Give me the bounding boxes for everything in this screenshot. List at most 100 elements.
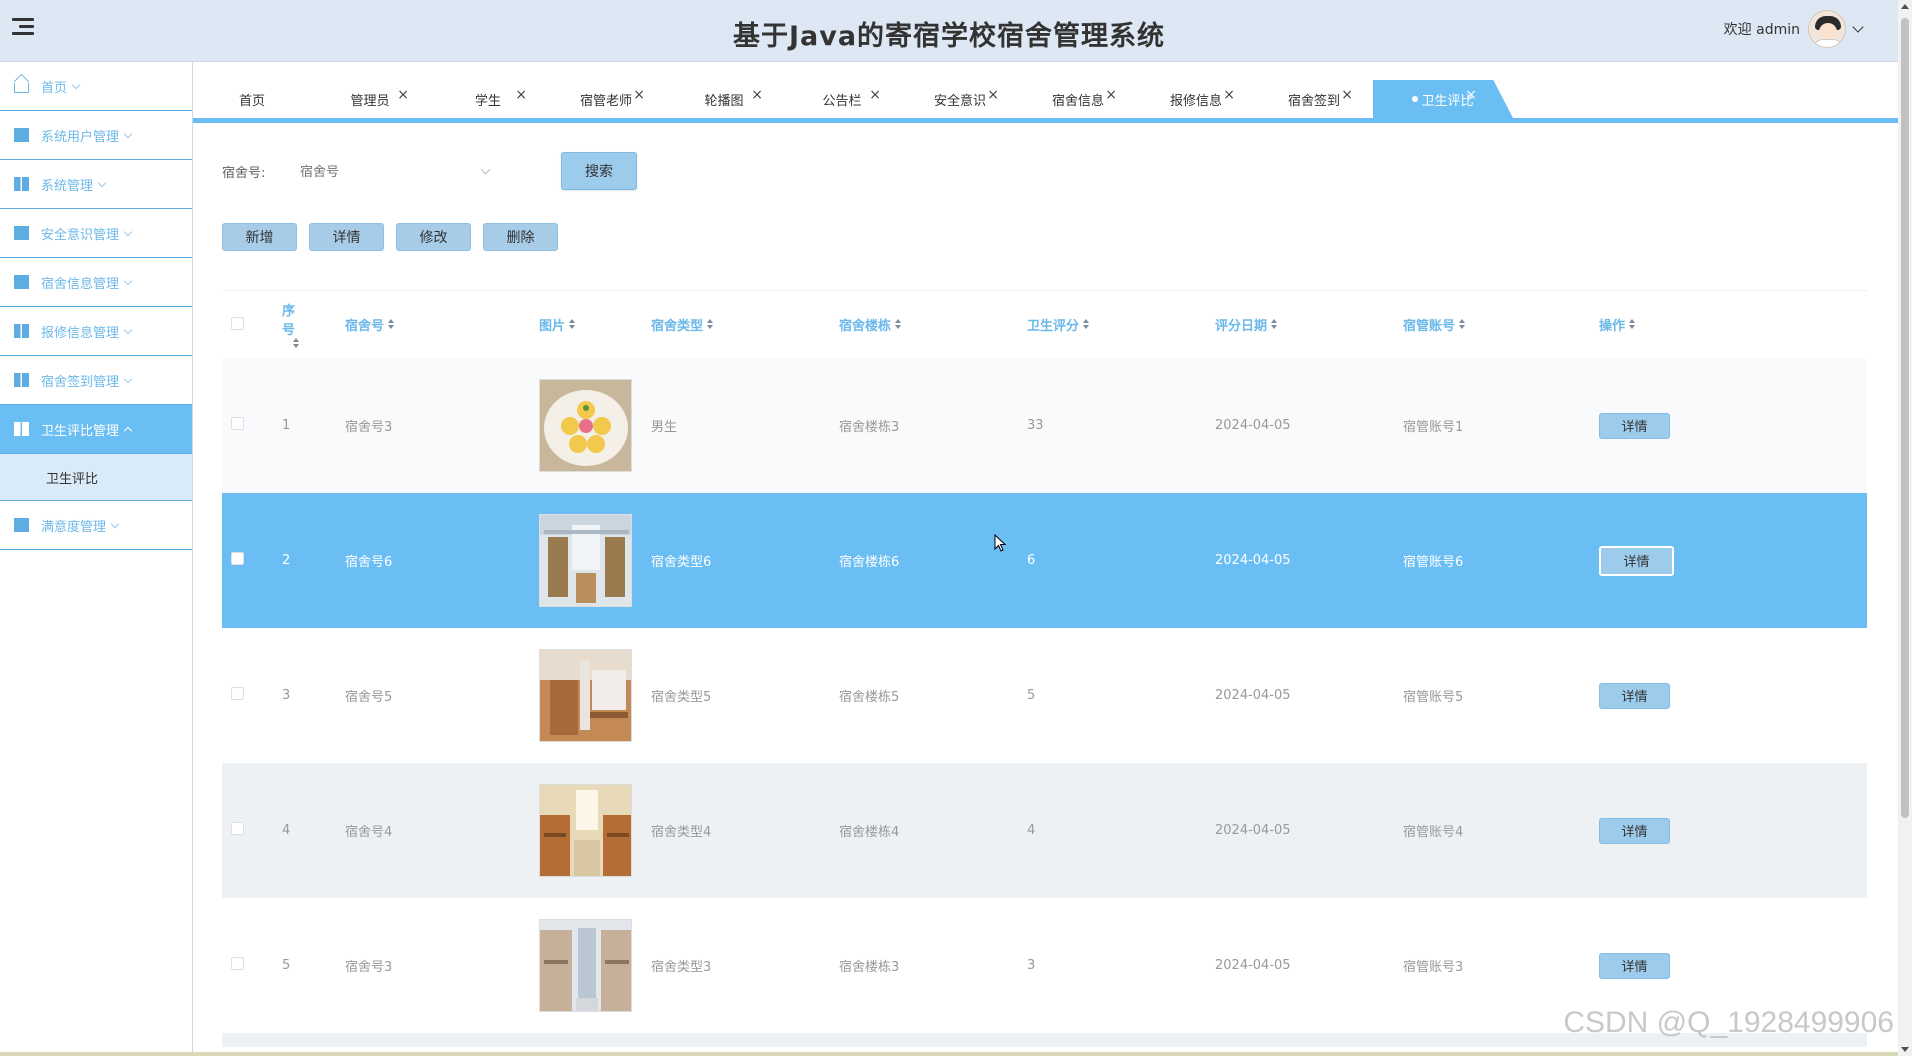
row-detail-button[interactable]: 详情: [1599, 952, 1670, 979]
table-row[interactable]: 2 宿舍号6 宿舍类型6 宿舍楼栋6 6 2024-04-05 宿管账号6 详情: [222, 493, 1867, 628]
sidebar-item-label: 系统用户管理: [41, 129, 120, 145]
sidebar-item-system-users[interactable]: 系统用户管理: [0, 111, 192, 160]
sidebar-item-safety[interactable]: 安全意识管理: [0, 209, 192, 258]
active-dot-icon: [1412, 96, 1419, 102]
tab-admin[interactable]: 管理员 ×: [311, 80, 429, 118]
sort-icon[interactable]: [292, 338, 300, 349]
search-input[interactable]: [300, 154, 490, 188]
column-header: 序号: [282, 304, 296, 338]
row-checkbox[interactable]: [231, 552, 244, 565]
thumbnail-image[interactable]: [539, 919, 632, 1012]
column-header-type[interactable]: 宿舍类型: [651, 315, 839, 334]
thumbnail-image[interactable]: [539, 649, 632, 742]
close-icon[interactable]: ×: [397, 87, 409, 103]
delete-button[interactable]: 删除: [483, 223, 558, 251]
column-header-label: 图片: [539, 319, 566, 334]
cell-account: 宿管账号5: [1403, 690, 1464, 705]
sidebar-item-hygiene[interactable]: 卫生评比管理: [0, 405, 192, 454]
tab-student[interactable]: 学生 ×: [429, 80, 547, 118]
column-header-dorm[interactable]: 宿舍号: [345, 315, 539, 334]
sort-icon[interactable]: [707, 319, 714, 330]
thumbnail-image[interactable]: [539, 514, 632, 607]
close-icon[interactable]: ×: [1105, 87, 1117, 103]
cell-account: 宿管账号3: [1403, 960, 1464, 975]
table-row[interactable]: 4 宿舍号4 宿舍类型4 宿舍楼栋4 4 2024-04-05 宿管账号4 详情: [222, 763, 1867, 898]
thumbnail-image[interactable]: [539, 784, 632, 877]
scroll-up-icon[interactable]: [1901, 4, 1909, 9]
tab-dorm-info[interactable]: 宿舍信息 ×: [1019, 80, 1137, 118]
tab-label: 宿舍信息: [1051, 93, 1104, 109]
table-row[interactable]: 1 宿舍号3 男生 宿舍楼栋3 33 2024-04-05 宿管账号1 详情: [222, 358, 1867, 493]
sidebar-item-home[interactable]: 首页: [0, 62, 192, 111]
thumbnail-image[interactable]: [539, 379, 632, 472]
wrench-icon: [14, 324, 29, 338]
tab-carousel[interactable]: 轮播图 ×: [665, 80, 783, 118]
sort-icon[interactable]: [1629, 319, 1636, 330]
cell-building: 宿舍楼栋5: [839, 690, 900, 705]
row-checkbox[interactable]: [231, 822, 244, 835]
vertical-scrollbar[interactable]: [1898, 0, 1912, 1056]
column-header-image[interactable]: 图片: [539, 315, 651, 334]
close-icon[interactable]: ×: [633, 87, 645, 103]
chevron-down-icon[interactable]: [1852, 21, 1864, 33]
cell-type: 宿舍类型5: [651, 690, 712, 705]
cell-score: 4: [1027, 823, 1036, 838]
table-row[interactable]: 3 宿舍号5 宿舍类型5 宿舍楼栋5 5 2024-04-05 宿管账号5 详情: [222, 628, 1867, 763]
add-button[interactable]: 新增: [222, 223, 297, 251]
tab-notice[interactable]: 公告栏 ×: [783, 80, 901, 118]
row-detail-button[interactable]: 详情: [1599, 545, 1674, 576]
top-header: 基于Java的寄宿学校宿舍管理系统 欢迎 admin: [0, 0, 1898, 62]
row-detail-button[interactable]: 详情: [1599, 682, 1670, 709]
tab-teacher[interactable]: 宿管老师 ×: [547, 80, 665, 118]
select-all-checkbox[interactable]: [231, 317, 244, 330]
avatar[interactable]: [1808, 10, 1846, 48]
cell-account: 宿管账号1: [1403, 420, 1464, 435]
tab-checkin[interactable]: 宿舍签到 ×: [1255, 80, 1373, 118]
row-index: 3: [282, 688, 291, 703]
action-toolbar: 新增 详情 修改 删除: [222, 223, 558, 251]
close-icon[interactable]: ×: [869, 87, 881, 103]
edit-button[interactable]: 修改: [396, 223, 471, 251]
tab-hygiene[interactable]: 卫生评比 ×: [1373, 80, 1513, 118]
scroll-down-icon[interactable]: [1901, 1047, 1909, 1052]
sidebar-item-dorm-info[interactable]: 宿舍信息管理: [0, 258, 192, 307]
close-icon[interactable]: ×: [987, 87, 999, 103]
row-detail-button[interactable]: 详情: [1599, 412, 1670, 439]
row-checkbox[interactable]: [231, 687, 244, 700]
tab-safety[interactable]: 安全意识 ×: [901, 80, 1019, 118]
sidebar-item-system[interactable]: 系统管理: [0, 160, 192, 209]
sort-icon[interactable]: [1271, 319, 1278, 330]
row-detail-button[interactable]: 详情: [1599, 817, 1670, 844]
close-icon[interactable]: ×: [1223, 87, 1235, 103]
chevron-down-icon: [97, 178, 107, 187]
sidebar-item-checkin[interactable]: 宿舍签到管理: [0, 356, 192, 405]
sort-icon[interactable]: [895, 319, 902, 330]
sidebar-item-satisfaction[interactable]: 满意度管理: [0, 501, 192, 550]
sort-icon[interactable]: [1459, 319, 1466, 330]
search-button[interactable]: 搜索: [561, 152, 637, 190]
row-index: 5: [282, 958, 291, 973]
close-icon[interactable]: ×: [1465, 87, 1477, 103]
row-checkbox[interactable]: [231, 957, 244, 970]
sort-icon[interactable]: [569, 319, 576, 330]
column-header-account[interactable]: 宿管账号: [1403, 315, 1591, 334]
scroll-thumb[interactable]: [1901, 18, 1909, 818]
sidebar-subitem-hygiene[interactable]: 卫生评比: [0, 454, 192, 501]
column-header-label: 卫生评分: [1027, 319, 1080, 334]
detail-button[interactable]: 详情: [309, 223, 384, 251]
column-header-building[interactable]: 宿舍楼栋: [839, 315, 1027, 334]
tab-repair[interactable]: 报修信息 ×: [1137, 80, 1255, 118]
column-header-operation[interactable]: 操作: [1591, 315, 1751, 334]
column-header-date[interactable]: 评分日期: [1215, 315, 1403, 334]
sort-icon[interactable]: [388, 319, 395, 330]
column-header-score[interactable]: 卫生评分: [1027, 315, 1215, 334]
close-icon[interactable]: ×: [515, 87, 527, 103]
user-menu[interactable]: 欢迎 admin: [1724, 10, 1864, 48]
close-icon[interactable]: ×: [1341, 87, 1353, 103]
row-checkbox[interactable]: [231, 417, 244, 430]
tab-home[interactable]: 首页: [193, 80, 311, 118]
sidebar-item-label: 安全意识管理: [41, 227, 120, 243]
close-icon[interactable]: ×: [751, 87, 763, 103]
sort-icon[interactable]: [1083, 319, 1090, 330]
sidebar-item-repair[interactable]: 报修信息管理: [0, 307, 192, 356]
